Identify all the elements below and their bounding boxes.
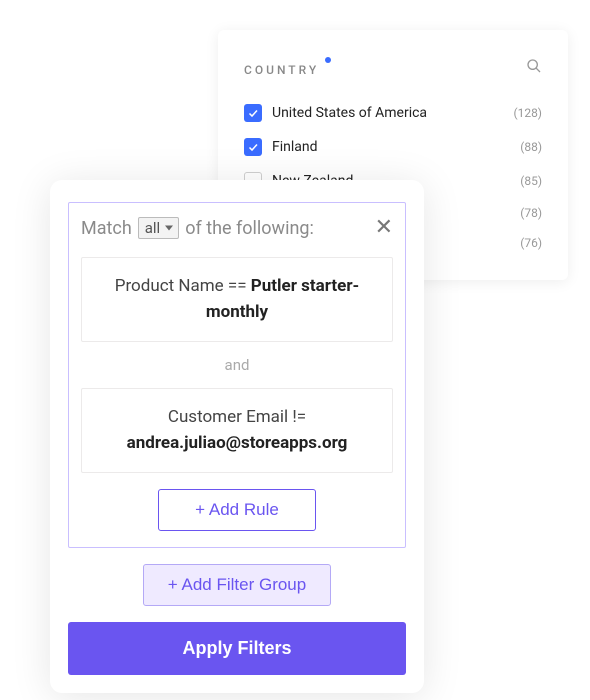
country-row-left: Finland (244, 138, 318, 156)
match-row: Match all of the following: (81, 217, 314, 239)
add-filter-group-button[interactable]: + Add Filter Group (143, 564, 331, 606)
search-icon[interactable] (526, 58, 542, 78)
rule-operator: != (292, 407, 306, 427)
match-prefix: Match (81, 218, 132, 239)
rule-field: Product Name (115, 276, 224, 296)
rule-operator: == (228, 276, 247, 296)
country-count: (88) (520, 140, 542, 154)
filter-rule[interactable]: Customer Email != andrea.juliao@storeapp… (81, 388, 393, 473)
country-panel-title-wrap: COUNTRY (244, 59, 331, 78)
rule-separator: and (81, 356, 393, 374)
match-mode-value: all (145, 219, 160, 237)
apply-filters-button[interactable]: Apply Filters (68, 622, 406, 675)
checkbox-checked-icon[interactable] (244, 104, 262, 122)
add-rule-button[interactable]: + Add Rule (158, 489, 316, 531)
country-label: United States of America (272, 105, 427, 121)
country-row[interactable]: United States of America (128) (244, 96, 542, 130)
country-count: (85) (520, 174, 542, 188)
filter-builder-panel: Match all of the following: ✕ Product Na… (50, 180, 424, 693)
country-panel-title: COUNTRY (244, 63, 319, 77)
country-row[interactable]: Finland (88) (244, 130, 542, 164)
country-count: (76) (520, 236, 542, 250)
rule-value: andrea.juliao@storeapps.org (127, 433, 348, 453)
country-label: Finland (272, 139, 318, 155)
match-suffix: of the following: (185, 218, 314, 239)
close-icon[interactable]: ✕ (375, 217, 393, 239)
match-mode-select[interactable]: all (138, 217, 179, 239)
active-filter-indicator-dot (325, 57, 331, 63)
filter-rule[interactable]: Product Name == Putler starter-monthly (81, 257, 393, 342)
filter-group-header: Match all of the following: ✕ (81, 217, 393, 239)
country-panel-header: COUNTRY (244, 58, 542, 78)
checkbox-checked-icon[interactable] (244, 138, 262, 156)
rule-field: Customer Email (168, 407, 288, 427)
country-row-left: United States of America (244, 104, 427, 122)
country-count: (128) (513, 106, 542, 120)
filter-group: Match all of the following: ✕ Product Na… (68, 202, 406, 548)
country-count: (78) (520, 206, 542, 220)
